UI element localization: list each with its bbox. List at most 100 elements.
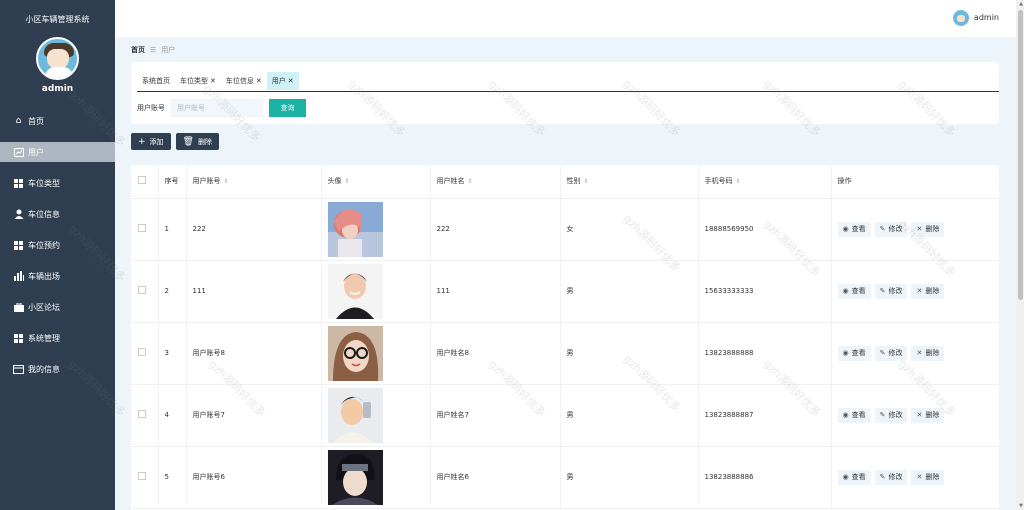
system-title: 小区车辆管理系统: [25, 15, 90, 24]
view-button[interactable]: ◉ 查看: [837, 469, 871, 485]
user-avatar-image: [327, 201, 383, 257]
sidebar-item-system[interactable]: 系统管理: [0, 328, 115, 348]
delete-row-button[interactable]: ✕ 删除: [911, 407, 945, 423]
col-header-account[interactable]: 用户账号 ⇕: [186, 165, 322, 199]
edit-button[interactable]: ✎ 修改: [874, 221, 908, 237]
cell-name: 222: [430, 198, 561, 261]
eye-icon: ◉: [842, 411, 849, 419]
delete-row-button[interactable]: ✕ 删除: [911, 345, 945, 361]
user-avatar-image: [327, 387, 383, 443]
cell-ops: ◉ 查看 ✎ 修改 ✕ 删除: [831, 198, 999, 261]
cell-avatar: [321, 198, 431, 261]
table-row: 1 222 222 女 18888569950 ◉ 查看 ✎ 修改 ✕ 删除: [131, 198, 999, 261]
row-checkbox[interactable]: [131, 198, 159, 261]
edit-button[interactable]: ✎ 修改: [874, 345, 908, 361]
chart-icon: [13, 147, 24, 158]
view-label: 查看: [851, 287, 866, 295]
sidebar-item-label: 车位预约: [28, 240, 60, 250]
col-header-name[interactable]: 用户姓名 ⇕: [430, 165, 561, 199]
cell-gender: 女: [560, 198, 699, 261]
view-label: 查看: [851, 225, 866, 233]
breadcrumb-current: 用户: [161, 46, 176, 54]
avatar[interactable]: [36, 37, 79, 80]
scroll-down-icon[interactable]: ▼: [1019, 503, 1023, 509]
cell-gender: 男: [560, 384, 699, 447]
col-header-phone[interactable]: 手机号码 ⇕: [698, 165, 832, 199]
breadcrumb-separator-icon: ☰: [150, 46, 157, 54]
sidebar-item-space-type[interactable]: 车位类型: [0, 173, 115, 193]
sidebar-item-reservation[interactable]: 车位预约: [0, 235, 115, 255]
delete-label: 删除: [925, 349, 940, 357]
delete-row-button[interactable]: ✕ 删除: [911, 221, 945, 237]
view-label: 查看: [851, 473, 866, 481]
close-icon[interactable]: ✕: [288, 77, 294, 85]
user-avatar-image: [327, 449, 383, 505]
row-checkbox[interactable]: [131, 260, 159, 323]
sidebar-item-users[interactable]: 用户: [0, 142, 115, 162]
edit-button[interactable]: ✎ 修改: [874, 407, 908, 423]
sidebar-item-forum[interactable]: 小区论坛: [0, 297, 115, 317]
table-row: 5 用户账号6 用户姓名6 男 13823888886 ◉ 查看 ✎ 修改 ✕ 删除: [131, 446, 999, 509]
sort-icon[interactable]: ⇕: [224, 178, 229, 185]
search-button[interactable]: 查询: [269, 99, 306, 117]
header-avatar[interactable]: [953, 10, 969, 26]
scroll-up-icon[interactable]: ▲: [1019, 1, 1023, 7]
edit-icon: ✎: [879, 411, 886, 419]
sidebar-item-exit[interactable]: 车辆出场: [0, 266, 115, 286]
tab-home[interactable]: 系统首页: [137, 72, 175, 90]
search-input[interactable]: 用户账号: [171, 99, 263, 117]
view-button[interactable]: ◉ 查看: [837, 407, 871, 423]
cell-gender: 男: [560, 260, 699, 323]
sidebar-item-my-info[interactable]: 我的信息: [0, 359, 115, 379]
close-icon[interactable]: ✕: [210, 77, 216, 85]
sort-icon[interactable]: ⇕: [736, 178, 741, 185]
grid-icon: [13, 333, 24, 344]
edit-icon: ✎: [879, 225, 886, 233]
eye-icon: ◉: [842, 287, 849, 295]
tab-users[interactable]: 用户 ✕: [266, 72, 299, 90]
delete-row-button[interactable]: ✕ 删除: [911, 469, 945, 485]
eye-icon: ◉: [842, 225, 849, 233]
header-label: 操作: [837, 177, 852, 186]
scroll-thumb[interactable]: [1018, 10, 1023, 300]
close-icon[interactable]: ✕: [256, 77, 262, 85]
header-username[interactable]: admin: [974, 13, 999, 22]
add-button[interactable]: + 添加: [131, 133, 171, 150]
eye-icon: ◉: [842, 473, 849, 481]
delete-row-button[interactable]: ✕ 删除: [911, 283, 945, 299]
sidebar-item-label: 用户: [28, 147, 44, 157]
eye-icon: ◉: [842, 349, 849, 357]
tab-space-type[interactable]: 车位类型 ✕: [175, 72, 221, 90]
breadcrumb-home[interactable]: 首页: [131, 46, 145, 54]
edit-button[interactable]: ✎ 修改: [874, 469, 908, 485]
home-icon: ⌂: [15, 116, 22, 126]
row-checkbox[interactable]: [131, 322, 159, 385]
edit-button[interactable]: ✎ 修改: [874, 283, 908, 299]
tab-label: 车位类型: [180, 77, 208, 85]
col-header-avatar[interactable]: 头像 ⇕: [321, 165, 431, 199]
col-header-gender[interactable]: 性别 ⇕: [560, 165, 699, 199]
row-checkbox[interactable]: [131, 446, 159, 509]
header-label: 用户账号: [192, 177, 221, 186]
view-button[interactable]: ◉ 查看: [837, 345, 871, 361]
tab-label: 车位信息: [225, 77, 254, 85]
view-button[interactable]: ◉ 查看: [837, 283, 871, 299]
sidebar-item-space-info[interactable]: 车位信息: [0, 204, 115, 224]
sort-icon[interactable]: ⇕: [584, 178, 589, 185]
grid-icon: [13, 240, 24, 251]
sort-icon[interactable]: ⇕: [468, 178, 473, 185]
view-button[interactable]: ◉ 查看: [837, 221, 871, 237]
row-checkbox[interactable]: [131, 384, 159, 447]
tab-space-info[interactable]: 车位信息 ✕: [221, 72, 267, 90]
close-icon: ✕: [916, 411, 923, 419]
plus-icon: +: [138, 136, 146, 147]
select-all-checkbox[interactable]: [131, 165, 159, 199]
cell-ops: ◉ 查看 ✎ 修改 ✕ 删除: [831, 446, 999, 509]
toolbar: + 添加 🗑 删除: [131, 133, 224, 150]
delete-button[interactable]: 🗑 删除: [175, 133, 219, 150]
sidebar-item-home[interactable]: ⌂ 首页: [0, 111, 115, 131]
top-bar: admin: [115, 0, 1016, 37]
trash-icon: 🗑: [182, 136, 194, 147]
page-scrollbar[interactable]: ▲ ▼: [1016, 0, 1024, 510]
sort-icon[interactable]: ⇕: [345, 178, 350, 185]
